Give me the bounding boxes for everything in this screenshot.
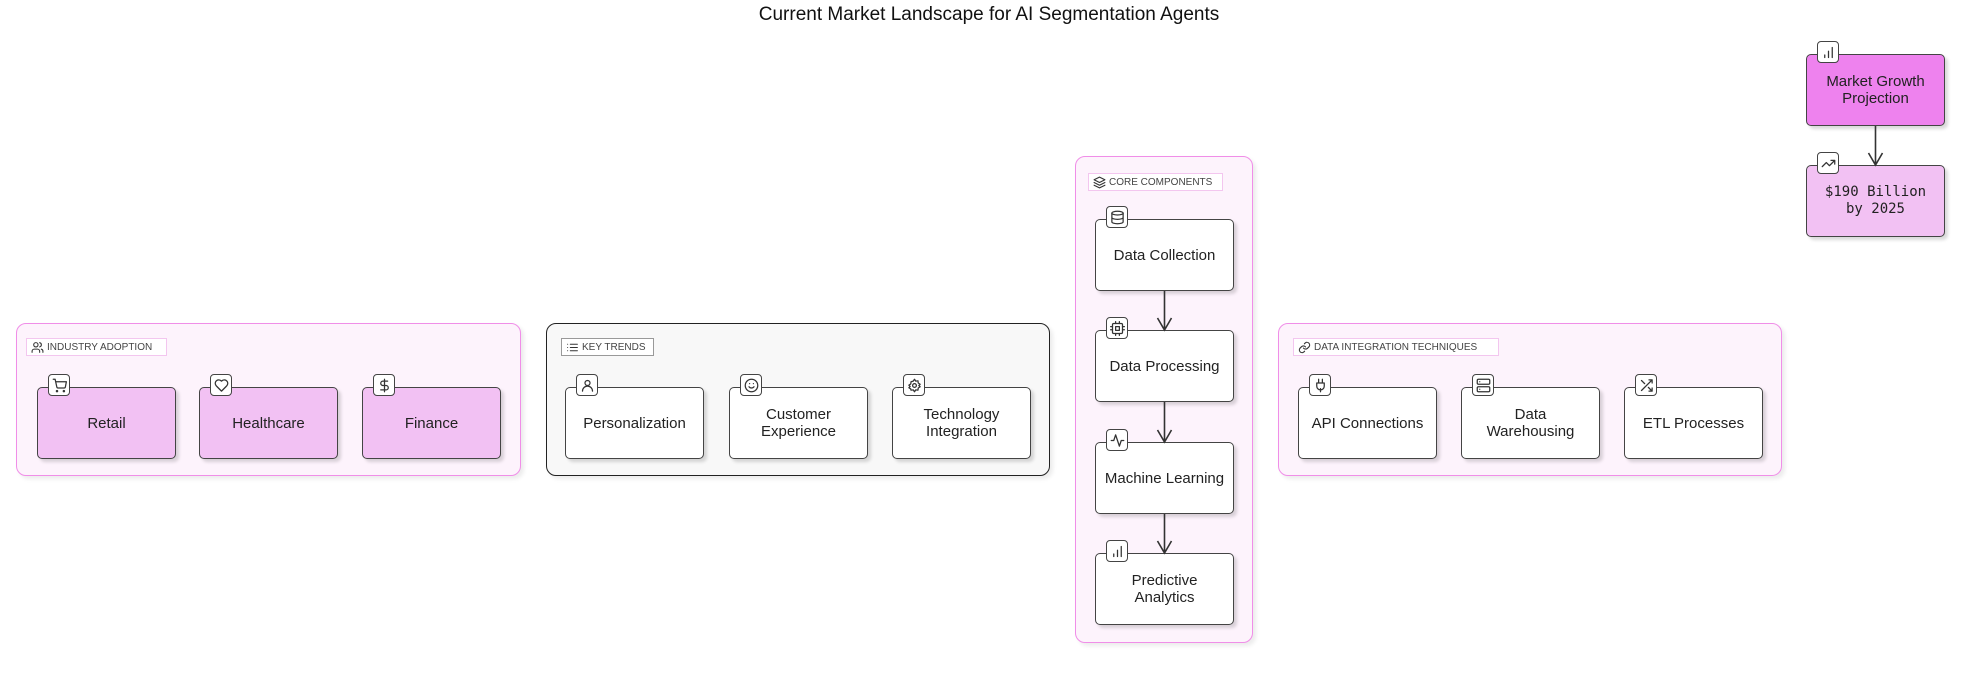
edge-arrow: [1156, 291, 1173, 332]
edge-arrow: [1156, 402, 1173, 444]
edges: [1156, 126, 1884, 555]
edge-arrow: [1867, 126, 1884, 167]
edge-arrow: [1156, 514, 1173, 555]
